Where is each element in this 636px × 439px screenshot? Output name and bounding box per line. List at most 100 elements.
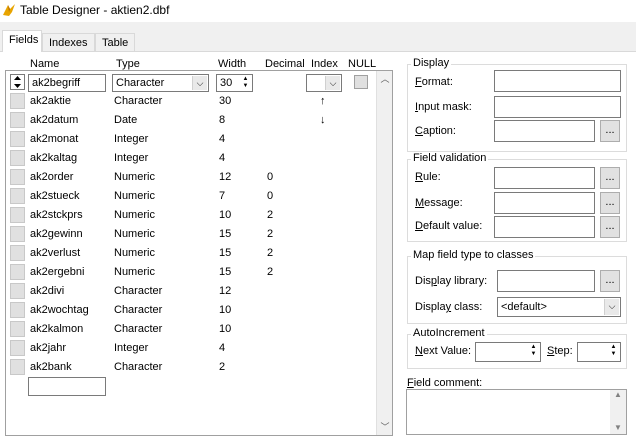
scroll-up-icon[interactable]: ︿ — [377, 71, 393, 87]
spinner-arrows-icon[interactable]: ▲ ▼ — [608, 344, 619, 358]
row-selector[interactable] — [10, 169, 25, 185]
row-selector[interactable] — [10, 188, 25, 204]
row-selector[interactable] — [10, 207, 25, 223]
field-decimal-cell: 2 — [267, 247, 274, 259]
rule-builder-button[interactable]: ... — [600, 167, 620, 189]
column-header-decimal: Decimal — [265, 58, 305, 70]
field-row[interactable]: ak2verlust Numeric 15 2 — [8, 244, 376, 263]
row-selector[interactable] — [10, 150, 25, 166]
row-selector[interactable] — [10, 131, 25, 147]
row-selector[interactable] — [10, 93, 25, 109]
input-mask-input[interactable] — [494, 96, 621, 118]
field-decimal-cell: 2 — [267, 266, 274, 278]
field-width-cell: 2 — [219, 361, 226, 373]
field-row[interactable]: ak2bank Character 2 — [8, 358, 376, 377]
scroll-down-icon[interactable]: ▼ — [610, 423, 626, 432]
window-title: Table Designer - aktien2.dbf — [20, 3, 170, 17]
display-library-builder-button[interactable]: ... — [600, 270, 620, 292]
row-selector[interactable] — [10, 264, 25, 280]
row-selector[interactable] — [10, 283, 25, 299]
row-mover-handle[interactable] — [10, 74, 25, 90]
field-name-input[interactable]: ak2begriff — [28, 74, 106, 92]
field-index-cell: ↓ — [320, 114, 326, 126]
chevron-down-icon[interactable]: ⌵ — [325, 76, 340, 90]
rule-label: Rule: — [415, 171, 441, 183]
map-field-type-title: Map field type to classes — [411, 249, 536, 261]
message-builder-button[interactable]: ... — [600, 192, 620, 214]
field-row[interactable]: ak2divi Character 12 — [8, 282, 376, 301]
field-name-cell: ak2stckprs — [30, 209, 83, 221]
foxpro-app-icon — [3, 4, 15, 16]
row-selector[interactable] — [10, 226, 25, 242]
field-width-cell: 4 — [219, 152, 226, 164]
field-type-value: Character — [116, 77, 165, 89]
spinner-arrows-icon[interactable]: ▲ ▼ — [528, 344, 539, 358]
field-type-select[interactable]: Character ⌵ — [112, 74, 209, 92]
row-selector[interactable] — [10, 245, 25, 261]
current-field-row[interactable]: ak2begriff Character ⌵ 30 ▲ ▼ ⌵ — [8, 73, 376, 92]
field-width-value: 30 — [220, 77, 233, 89]
chevron-down-icon[interactable]: ⌵ — [192, 76, 207, 90]
field-name-cell: ak2datum — [30, 114, 79, 126]
scroll-down-icon[interactable]: ﹀ — [377, 419, 393, 435]
message-input[interactable] — [494, 192, 595, 214]
tab-fields[interactable]: Fields — [2, 30, 42, 52]
field-width-cell: 10 — [219, 304, 232, 316]
field-name-cell: ak2jahr — [30, 342, 67, 354]
field-decimal-cell: 2 — [267, 228, 274, 240]
display-library-input[interactable] — [497, 270, 595, 292]
field-type-cell: Integer — [114, 152, 149, 164]
field-index-select[interactable]: ⌵ — [306, 74, 342, 92]
caption-builder-button[interactable]: ... — [600, 120, 620, 142]
default-value-builder-button[interactable]: ... — [600, 216, 620, 238]
field-row[interactable]: ak2stueck Numeric 7 0 — [8, 187, 376, 206]
tab-table[interactable]: Table — [95, 33, 135, 52]
field-width-spinner[interactable]: 30 ▲ ▼ — [216, 74, 253, 92]
caption-label: Caption: — [415, 125, 456, 137]
field-row[interactable]: ak2gewinn Numeric 15 2 — [8, 225, 376, 244]
field-row[interactable]: ak2wochtag Character 10 — [8, 301, 376, 320]
field-type-cell: Character — [114, 95, 163, 107]
spinner-arrows-icon[interactable]: ▲ ▼ — [240, 76, 251, 90]
field-row[interactable]: ak2stckprs Numeric 10 2 — [8, 206, 376, 225]
comment-scrollbar[interactable]: ▲ ▼ — [610, 390, 626, 434]
field-type-cell: Integer — [114, 133, 149, 145]
chevron-down-icon[interactable]: ⌵ — [604, 299, 619, 315]
field-row[interactable]: ak2order Numeric 12 0 — [8, 168, 376, 187]
row-selector[interactable] — [10, 302, 25, 318]
next-value-spinner[interactable]: ▲ ▼ — [475, 342, 541, 362]
null-checkbox[interactable] — [354, 75, 368, 89]
field-row[interactable]: ak2monat Integer 4 — [8, 130, 376, 149]
step-spinner[interactable]: ▲ ▼ — [577, 342, 621, 362]
rule-input[interactable] — [494, 167, 595, 189]
message-label: Message: — [415, 197, 463, 209]
scroll-up-icon[interactable]: ▲ — [610, 390, 626, 399]
field-name-cell: ak2order — [30, 171, 74, 183]
field-comment-textarea[interactable]: ▲ ▼ — [406, 389, 627, 435]
field-name-cell: ak2ergebni — [30, 266, 85, 278]
field-row[interactable]: ak2datum Date 8 ↓ — [8, 111, 376, 130]
row-selector[interactable] — [10, 359, 25, 375]
row-selector[interactable] — [10, 321, 25, 337]
field-name-cell: ak2wochtag — [30, 304, 89, 316]
field-type-cell: Numeric — [114, 190, 155, 202]
field-row[interactable]: ak2kaltag Integer 4 — [8, 149, 376, 168]
column-header-type: Type — [116, 58, 140, 70]
field-row[interactable]: ak2aktie Character 30 ↑ — [8, 92, 376, 111]
default-value-input[interactable] — [494, 216, 595, 238]
field-row[interactable]: ak2jahr Integer 4 — [8, 339, 376, 358]
tab-indexes[interactable]: Indexes — [42, 33, 95, 52]
row-selector[interactable] — [10, 112, 25, 128]
display-library-label: Display library: — [415, 275, 488, 287]
row-selector[interactable] — [10, 340, 25, 356]
grid-vertical-scrollbar[interactable]: ︿ ﹀ — [376, 71, 392, 435]
field-row[interactable]: ak2ergebni Numeric 15 2 — [8, 263, 376, 282]
new-field-name-input[interactable] — [28, 377, 106, 396]
field-type-cell: Numeric — [114, 266, 155, 278]
display-class-select[interactable]: <default> ⌵ — [497, 297, 621, 317]
display-group-title: Display — [411, 57, 452, 69]
caption-input[interactable] — [494, 120, 595, 142]
display-class-value: <default> — [501, 301, 547, 313]
field-row[interactable]: ak2kalmon Character 10 — [8, 320, 376, 339]
format-input[interactable] — [494, 70, 621, 92]
